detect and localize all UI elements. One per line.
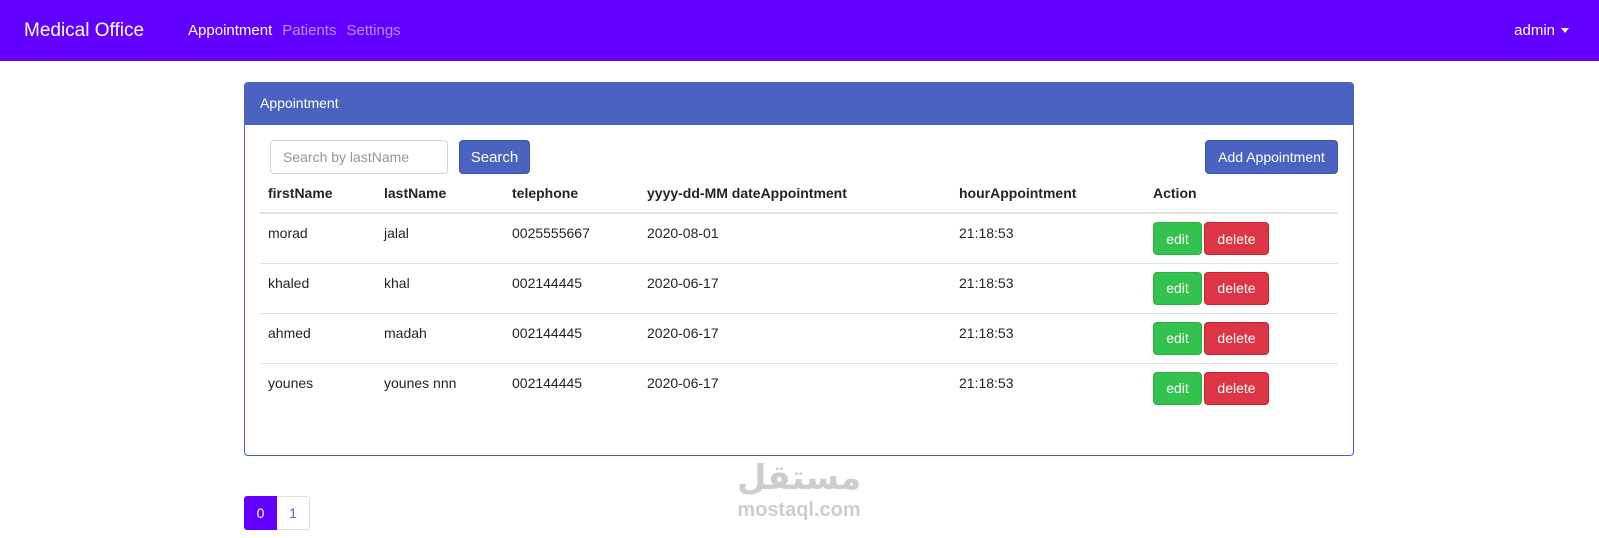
cell-action: edit delete xyxy=(1145,213,1338,263)
header-date: yyyy-dd-MM dateAppointment xyxy=(639,181,951,214)
delete-button[interactable]: delete xyxy=(1204,321,1269,355)
cell-firstname: ahmed xyxy=(260,312,376,363)
edit-button[interactable]: edit xyxy=(1153,321,1202,355)
edit-button[interactable]: edit xyxy=(1153,371,1202,405)
cell-hour: 21:18:53 xyxy=(959,225,1014,241)
table-row: khaled khal 002144445 2020-06-17 21:18:5… xyxy=(260,262,1338,313)
edit-button[interactable]: edit xyxy=(1153,222,1202,255)
add-appointment-button[interactable]: Add Appointment xyxy=(1205,140,1338,174)
cell-action: edit delete xyxy=(1145,262,1338,313)
cell-lastname: jalal xyxy=(384,225,409,241)
cell-telephone: 0025555667 xyxy=(512,225,590,241)
user-menu[interactable]: admin xyxy=(1514,22,1569,39)
header-telephone: telephone xyxy=(504,181,639,214)
cell-telephone: 002144445 xyxy=(504,362,639,413)
cell-lastname: madah xyxy=(376,312,504,363)
cell-date: 2020-06-17 xyxy=(639,262,951,313)
search-input[interactable] xyxy=(270,140,448,174)
watermark-arabic: مستقل xyxy=(736,458,862,498)
delete-button[interactable]: delete xyxy=(1204,371,1269,405)
delete-button[interactable]: delete xyxy=(1204,271,1269,305)
table-header-row: firstName lastName telephone yyyy-dd-MM … xyxy=(260,181,1338,214)
table-row: ahmed madah 002144445 2020-06-17 21:18:5… xyxy=(260,312,1338,363)
cell-date: 2020-06-17 xyxy=(639,362,951,413)
edit-button[interactable]: edit xyxy=(1153,271,1202,305)
cell-telephone: 002144445 xyxy=(504,312,639,363)
caret-down-icon xyxy=(1561,28,1569,33)
search-button[interactable]: Search xyxy=(459,140,530,174)
appointment-card: Appointment Search Add Appointment first… xyxy=(244,82,1354,456)
cell-hour: 21:18:53 xyxy=(951,312,1145,363)
header-action: Action xyxy=(1145,181,1338,214)
header-hour: hourAppointment xyxy=(951,181,1145,214)
cell-lastname: khal xyxy=(376,262,504,313)
page-item-0[interactable]: 0 xyxy=(244,496,277,530)
card-title: Appointment xyxy=(245,83,1353,125)
cell-action: edit delete xyxy=(1145,312,1338,363)
cell-firstname: khaled xyxy=(260,262,376,313)
cell-telephone: 002144445 xyxy=(504,262,639,313)
cell-lastname: younes nnn xyxy=(376,362,504,413)
cell-action: edit delete xyxy=(1145,362,1338,413)
nav-link-appointment[interactable]: Appointment xyxy=(188,22,272,39)
nav-link-patients[interactable]: Patients xyxy=(282,22,336,39)
appointment-table: firstName lastName telephone yyyy-dd-MM … xyxy=(260,181,1338,413)
delete-button[interactable]: delete xyxy=(1204,222,1269,255)
cell-date: 2020-08-01 xyxy=(647,225,719,241)
brand-title[interactable]: Medical Office xyxy=(24,20,144,42)
cell-firstname: morad xyxy=(268,225,308,241)
page-item-1[interactable]: 1 xyxy=(277,496,310,530)
header-lastname: lastName xyxy=(376,181,504,214)
top-navbar: Medical Office Appointment Patients Sett… xyxy=(0,0,1599,61)
cell-hour: 21:18:53 xyxy=(951,362,1145,413)
header-firstname: firstName xyxy=(260,181,376,214)
cell-date: 2020-06-17 xyxy=(639,312,951,363)
nav-link-settings[interactable]: Settings xyxy=(346,22,400,39)
table-row: younes younes nnn 002144445 2020-06-17 2… xyxy=(260,362,1338,413)
watermark-latin: mostaql.com xyxy=(737,499,861,521)
toolbar: Search Add Appointment xyxy=(245,125,1353,181)
cell-firstname: younes xyxy=(260,362,376,413)
cell-hour: 21:18:53 xyxy=(951,262,1145,313)
table-row: morad jalal 0025555667 2020-08-01 21:18:… xyxy=(260,213,1338,263)
user-name: admin xyxy=(1514,22,1555,39)
watermark-logo: مستقل mostaql.com xyxy=(724,458,874,528)
pagination: 0 1 xyxy=(244,496,310,530)
